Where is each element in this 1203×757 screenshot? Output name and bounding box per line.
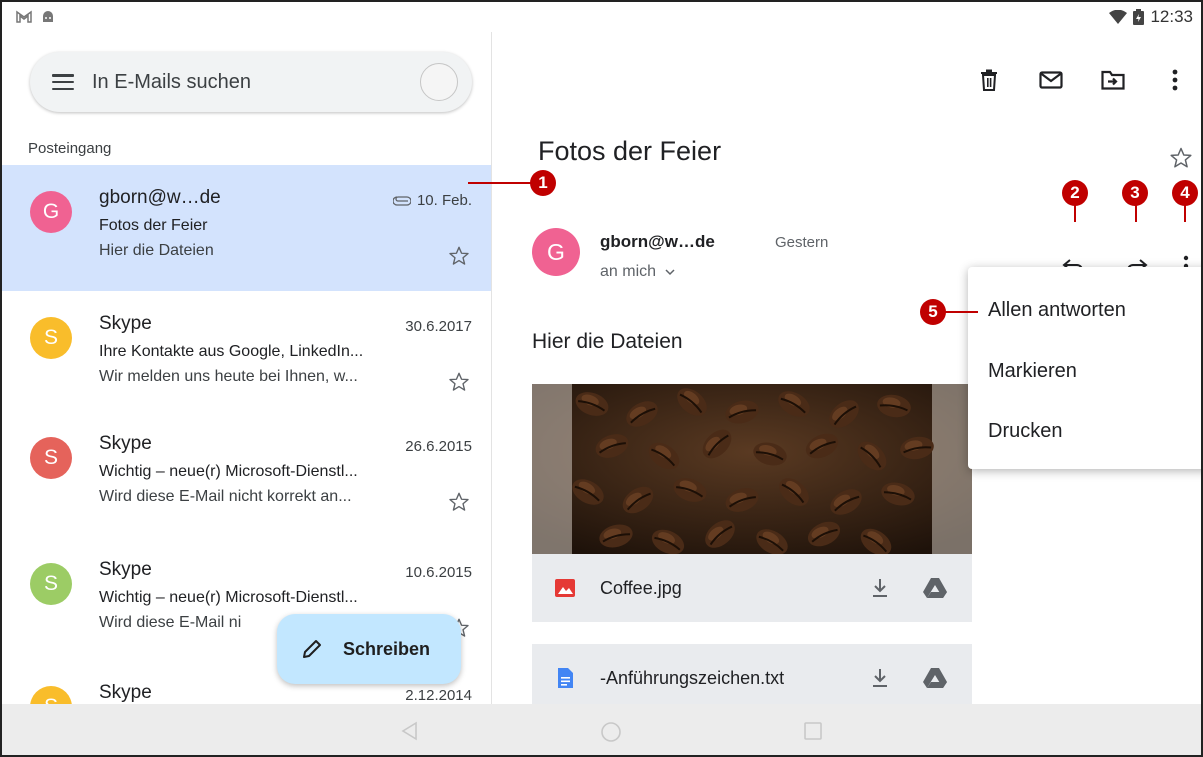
attachment-chip[interactable]: Coffee.jpg — [532, 554, 972, 622]
back-icon[interactable] — [400, 721, 418, 741]
callout-marker: 5 — [920, 299, 946, 325]
download-icon[interactable] — [868, 576, 892, 600]
mail-preview: Hier die Dateien — [99, 242, 214, 259]
coffee-beans-image — [532, 384, 972, 554]
sender-avatar: G — [532, 228, 580, 276]
mail-subject: Wichtig – neue(r) Microsoft-Dienstl... — [99, 463, 358, 480]
star-icon[interactable] — [448, 245, 470, 267]
mail-sender: gborn@w…de — [99, 187, 221, 208]
callout-line — [942, 311, 978, 313]
mail-list-pane: In E-Mails suchen Posteingang G gborn@w…… — [2, 32, 492, 704]
folder-label: Posteingang — [28, 140, 112, 157]
search-input[interactable]: In E-Mails suchen — [92, 71, 251, 94]
callout-marker: 2 — [1062, 180, 1088, 206]
message-subject: Fotos der Feier — [538, 136, 722, 166]
image-file-icon — [555, 579, 575, 597]
mail-list-item[interactable]: G gborn@w…de Fotos der Feier Hier die Da… — [2, 165, 491, 291]
sender-avatar: S — [30, 563, 72, 605]
callout-marker: 4 — [1172, 180, 1198, 206]
sender-name: gborn@w…de — [600, 232, 715, 251]
message-body: Hier die Dateien — [532, 330, 683, 353]
menu-item-reply-all[interactable]: Allen antworten — [988, 299, 1126, 322]
attachment-name: -Anführungszeichen.txt — [600, 667, 785, 688]
compose-button[interactable]: Schreiben — [277, 614, 461, 684]
message-pane: Fotos der Feier G gborn@w…de Gestern an … — [492, 32, 1201, 704]
move-to-icon[interactable] — [1101, 68, 1125, 92]
star-icon[interactable] — [448, 371, 470, 393]
mail-subject: Fotos der Feier — [99, 217, 208, 234]
wifi-icon — [1109, 10, 1128, 24]
android-notification-icon — [43, 11, 53, 22]
chevron-down-icon — [665, 269, 676, 276]
mail-sender: Skype — [99, 433, 152, 454]
battery-icon — [1133, 9, 1145, 25]
message-toolbar — [977, 68, 1187, 92]
save-to-drive-icon[interactable] — [922, 576, 948, 600]
attachment-name: Coffee.jpg — [600, 577, 682, 598]
recipient-toggle[interactable]: an mich — [600, 263, 676, 281]
recents-icon[interactable] — [803, 721, 823, 741]
mail-preview: Wir melden uns heute bei Ihnen, w... — [99, 368, 358, 385]
sender-avatar: S — [30, 686, 72, 704]
message-time: Gestern — [775, 234, 829, 251]
callout-marker: 1 — [530, 170, 556, 196]
recipient-label: an mich — [600, 263, 657, 280]
mail-subject: Wichtig – neue(r) Microsoft-Dienstl... — [99, 589, 358, 606]
mail-date: 2.12.2014 — [405, 687, 472, 704]
mail-list-item[interactable]: S Skype Wichtig – neue(r) Microsoft-Dien… — [2, 411, 491, 537]
gmail-notification-icon — [16, 10, 32, 23]
screen: 12:33 In E-Mails suchen Posteingang G gb… — [0, 0, 1203, 757]
menu-item-mark[interactable]: Markieren — [988, 360, 1077, 383]
mail-subject: Ihre Kontakte aus Google, LinkedIn... — [99, 343, 364, 360]
attachment-preview-image[interactable] — [532, 384, 972, 554]
attachment-chip[interactable]: -Anführungszeichen.txt — [532, 644, 972, 704]
hamburger-menu-icon[interactable] — [52, 74, 74, 90]
navigation-bar — [2, 704, 1201, 755]
mail-date: 30.6.2017 — [405, 318, 472, 335]
mark-unread-icon[interactable] — [1039, 68, 1063, 92]
mail-sender: Skype — [99, 559, 152, 580]
mail-sender: Skype — [99, 313, 152, 334]
callout-marker: 3 — [1122, 180, 1148, 206]
save-to-drive-icon[interactable] — [922, 666, 948, 690]
clock: 12:33 — [1150, 7, 1193, 26]
status-bar: 12:33 — [2, 2, 1201, 32]
menu-item-print[interactable]: Drucken — [988, 420, 1062, 443]
compose-label: Schreiben — [343, 638, 431, 659]
star-icon[interactable] — [1169, 146, 1193, 170]
account-avatar[interactable] — [420, 63, 458, 101]
pencil-icon — [303, 640, 321, 658]
mail-sender: Skype — [99, 682, 152, 703]
callout-line — [468, 182, 532, 184]
home-icon[interactable] — [600, 721, 622, 743]
mail-list-item[interactable]: S Skype Ihre Kontakte aus Google, Linked… — [2, 291, 491, 417]
mail-date: 26.6.2015 — [405, 438, 472, 455]
more-vert-icon[interactable] — [1163, 68, 1187, 92]
sender-avatar: S — [30, 317, 72, 359]
star-icon[interactable] — [448, 491, 470, 513]
attachment-icon — [392, 195, 411, 206]
mail-date: 10.6.2015 — [405, 564, 472, 581]
document-file-icon — [558, 668, 573, 688]
overflow-menu: Allen antworten Markieren Drucken — [968, 267, 1201, 469]
download-icon[interactable] — [868, 666, 892, 690]
sender-avatar: G — [30, 191, 72, 233]
mail-preview: Wird diese E-Mail nicht korrekt an... — [99, 488, 352, 505]
search-bar[interactable]: In E-Mails suchen — [30, 52, 472, 112]
delete-icon[interactable] — [977, 68, 1001, 92]
mail-date: 10. Feb. — [416, 192, 472, 209]
sender-avatar: S — [30, 437, 72, 479]
